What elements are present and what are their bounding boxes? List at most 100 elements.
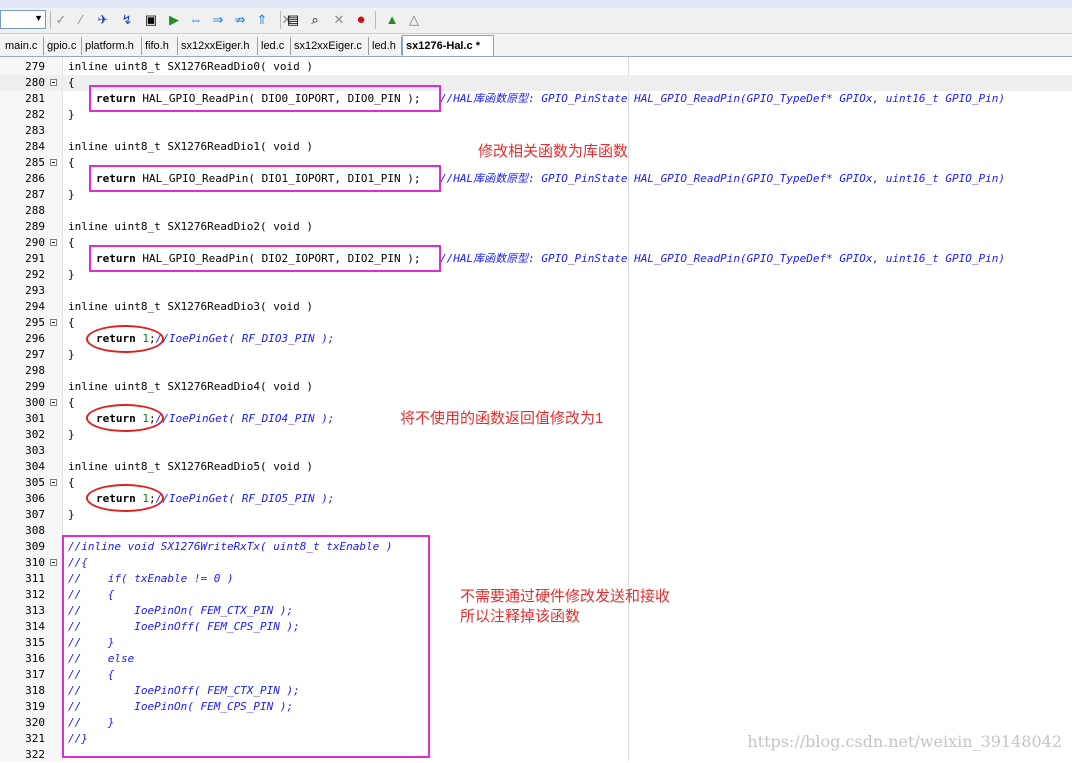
bookmark-icon[interactable]: ✈	[94, 11, 112, 29]
annotation-note: 修改相关函数为库函数	[478, 143, 629, 160]
code-line: 295 {	[0, 315, 1072, 331]
line-number: 319	[25, 700, 45, 713]
debug-icon[interactable]: ⇔	[187, 11, 205, 29]
config-combo[interactable]: ▼	[0, 10, 46, 29]
fold-icon[interactable]	[50, 239, 57, 246]
tab-sx1276-hal-c[interactable]: sx1276-Hal.c *	[402, 35, 494, 56]
build-icon[interactable]: ▶	[165, 11, 183, 29]
code-line: 279 inline uint8_t SX1276ReadDio0( void )	[0, 59, 1072, 75]
line-number: 286	[25, 172, 45, 185]
step-icon[interactable]: ⇒	[209, 11, 227, 29]
text-icon[interactable]: ▤	[284, 11, 302, 29]
toolbar-separator	[375, 11, 376, 29]
code-text: {	[68, 396, 75, 409]
line-number: 289	[25, 220, 45, 233]
watermark: https://blog.csdn.net/weixin_39148042	[747, 732, 1062, 751]
line-number: 308	[25, 524, 45, 537]
code-line: 307}	[0, 507, 1072, 523]
line-number: 302	[25, 428, 45, 441]
toolbar: ▼ ✓ ⁄ ✈ ↯ ▣ ▶ ⇔ ⇒ ⇏ ⇑ ✕ ▤ ⌕ ✕ ● ▲ △	[0, 8, 1072, 34]
fold-icon[interactable]	[50, 399, 57, 406]
toolbar-separator	[280, 11, 281, 29]
find-icon[interactable]: ⌕	[306, 11, 324, 29]
tab-sx12xxeiger-h[interactable]: sx12xxEiger.h	[178, 37, 258, 55]
code-line: 303	[0, 443, 1072, 459]
code-text: {	[68, 156, 75, 169]
code-line: 298	[0, 363, 1072, 379]
wand-icon[interactable]: ⁄	[72, 11, 90, 29]
highlight-oval	[86, 325, 164, 353]
line-number: 313	[25, 604, 45, 617]
line-number: 300	[25, 396, 45, 409]
line-number: 283	[25, 124, 45, 137]
code-line: 304 inline uint8_t SX1276ReadDio5( void )	[0, 459, 1072, 475]
code-text: }	[68, 108, 75, 121]
line-number: 303	[25, 444, 45, 457]
code-text: }	[68, 428, 75, 441]
code-text: inline uint8_t SX1276ReadDio5( void )	[68, 460, 314, 473]
tab-gpio-c[interactable]: gpio.c	[44, 37, 82, 55]
code-text: {	[68, 476, 75, 489]
line-number: 298	[25, 364, 45, 377]
line-number: 284	[25, 140, 45, 153]
annotation-note: 将不使用的函数返回值修改为1	[400, 410, 604, 427]
line-number: 280	[25, 76, 45, 89]
line-number: 316	[25, 652, 45, 665]
tab-sx12xxeiger-c[interactable]: sx12xxEiger.c	[291, 37, 369, 55]
fold-icon[interactable]	[50, 159, 57, 166]
tab-led-c[interactable]: led.c	[258, 37, 291, 55]
line-number: 279	[25, 60, 45, 73]
line-number: 293	[25, 284, 45, 297]
tab-fifo-h[interactable]: fifo.h	[142, 37, 178, 55]
fold-icon[interactable]	[50, 479, 57, 486]
code-line: 305 {	[0, 475, 1072, 491]
fold-icon[interactable]	[50, 559, 57, 566]
line-number: 295	[25, 316, 45, 329]
code-editor[interactable]: 279 inline uint8_t SX1276ReadDio0( void )…	[0, 57, 1072, 761]
code-line: 288	[0, 203, 1072, 219]
line-number: 281	[25, 92, 45, 105]
step-out-icon[interactable]: ⇑	[253, 11, 271, 29]
code-text: inline uint8_t SX1276ReadDio3( void )	[68, 300, 314, 313]
code-comment: //HAL库函数原型: GPIO_PinState HAL_GPIO_ReadP…	[440, 252, 1005, 265]
annotation-note: 不需要通过硬件修改发送和接收	[460, 588, 671, 605]
highlight-box	[62, 535, 430, 758]
chevron-down-icon[interactable]: ▼	[34, 13, 43, 23]
line-number: 310	[25, 556, 45, 569]
code-line: 283	[0, 123, 1072, 139]
line-number: 306	[25, 492, 45, 505]
line-number: 290	[25, 236, 45, 249]
code-text: }	[68, 508, 75, 521]
pointer-icon[interactable]: ✓	[52, 11, 70, 29]
line-number: 291	[25, 252, 45, 265]
line-number: 282	[25, 108, 45, 121]
highlight-box	[89, 245, 441, 272]
line-number: 309	[25, 540, 45, 553]
record-icon[interactable]: ●	[352, 11, 370, 29]
tab-led-h[interactable]: led.h	[369, 37, 402, 55]
line-number: 321	[25, 732, 45, 745]
code-text: }	[68, 188, 75, 201]
highlight-box	[89, 165, 441, 192]
code-text: inline uint8_t SX1276ReadDio4( void )	[68, 380, 314, 393]
line-number: 297	[25, 348, 45, 361]
run-icon[interactable]: ▲	[383, 11, 401, 29]
stop-icon[interactable]: ✕	[330, 11, 348, 29]
fold-icon[interactable]	[50, 319, 57, 326]
code-line: 297}	[0, 347, 1072, 363]
step-over-icon[interactable]: ⇏	[231, 11, 249, 29]
code-text: {	[68, 236, 75, 249]
bookmark-clear-icon[interactable]: ▣	[142, 11, 160, 29]
bookmark-next-icon[interactable]: ↯	[118, 11, 136, 29]
tab-main-c[interactable]: main.c	[2, 37, 44, 55]
annotation-note: 所以注释掉该函数	[460, 608, 581, 625]
code-comment: //HAL库函数原型: GPIO_PinState HAL_GPIO_ReadP…	[440, 92, 1005, 105]
line-number: 318	[25, 684, 45, 697]
code-text: }	[68, 268, 75, 281]
code-line: 289 inline uint8_t SX1276ReadDio2( void )	[0, 219, 1072, 235]
run-to-icon[interactable]: △	[405, 11, 423, 29]
code-text: inline uint8_t SX1276ReadDio0( void )	[68, 60, 314, 73]
code-comment: //IoePinGet( RF_DIO4_PIN );	[155, 412, 335, 425]
tab-platform-h[interactable]: platform.h	[82, 37, 142, 55]
fold-icon[interactable]	[50, 79, 57, 86]
